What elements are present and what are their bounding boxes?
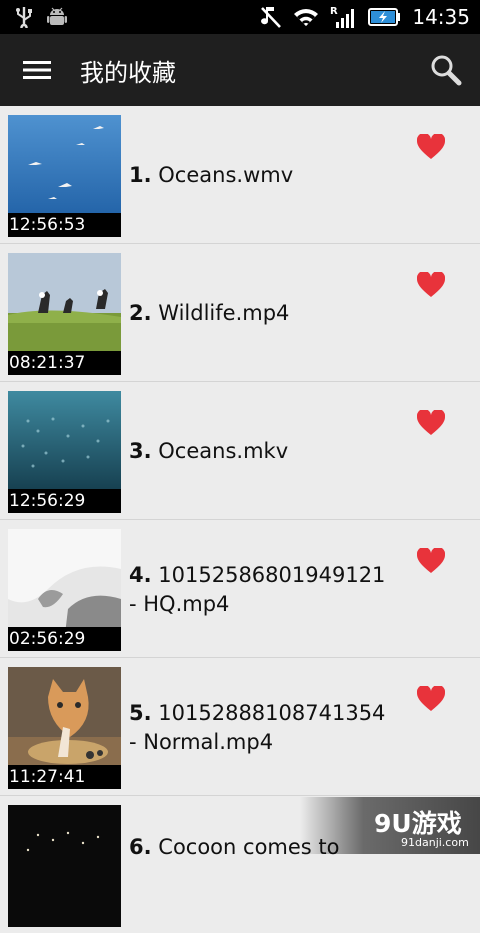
video-thumbnail [8, 805, 121, 927]
heart-icon [416, 546, 446, 573]
clock: 14:35 [412, 5, 470, 29]
video-thumbnail: 12:56:53 [8, 115, 121, 237]
menu-icon [23, 61, 51, 79]
battery-charging-icon [368, 7, 402, 27]
heart-icon [416, 684, 446, 711]
video-title: 2. Wildlife.mp4 [129, 301, 290, 325]
video-duration: 12:56:53 [8, 213, 121, 237]
watermark-logo: 9U游戏 [374, 809, 462, 838]
heart-icon [416, 408, 446, 435]
favorite-button[interactable] [416, 546, 446, 574]
video-title: 5. 10152888108741354 - Normal.mp4 [129, 701, 386, 754]
svg-text:R: R [330, 6, 338, 17]
search-icon [431, 55, 462, 86]
search-button[interactable] [426, 50, 466, 90]
usb-icon [14, 6, 34, 28]
video-title: 3. Oceans.mkv [129, 439, 289, 463]
video-title: 4. 10152586801949121 - HQ.mp4 [129, 563, 386, 616]
heart-icon [416, 132, 446, 159]
wifi-icon [292, 6, 320, 28]
favorite-button[interactable] [416, 684, 446, 712]
favorite-button[interactable] [416, 132, 446, 160]
no-sound-icon [260, 5, 282, 29]
action-bar: 我的收藏 [0, 34, 480, 106]
list-item[interactable]: 08:21:37 2. Wildlife.mp4 [0, 244, 480, 382]
video-thumbnail: 08:21:37 [8, 253, 121, 375]
watermark-url: 91danji.com [401, 836, 469, 849]
video-title: 1. Oceans.wmv [129, 163, 294, 187]
heart-icon [416, 270, 446, 297]
video-duration: 02:56:29 [8, 627, 121, 651]
status-bar: R 14:35 [0, 0, 480, 34]
video-duration: 11:27:41 [8, 765, 121, 789]
video-thumbnail: 02:56:29 [8, 529, 121, 651]
video-thumbnail: 12:56:29 [8, 391, 121, 513]
android-debug-icon [46, 6, 68, 28]
video-duration: 08:21:37 [8, 351, 121, 375]
signal-icon: R [330, 5, 358, 29]
list-item[interactable]: 11:27:41 5. 10152888108741354 - Normal.m… [0, 658, 480, 796]
menu-button[interactable] [20, 53, 54, 87]
favorite-button[interactable] [416, 270, 446, 298]
favorite-button[interactable] [416, 408, 446, 436]
video-duration: 12:56:29 [8, 489, 121, 513]
list-item[interactable]: 12:56:53 1. Oceans.wmv [0, 106, 480, 244]
video-thumbnail: 11:27:41 [8, 667, 121, 789]
list-item[interactable]: 12:56:29 3. Oceans.mkv [0, 382, 480, 520]
page-title: 我的收藏 [80, 58, 176, 87]
list-item[interactable]: 02:56:29 4. 10152586801949121 - HQ.mp4 [0, 520, 480, 658]
